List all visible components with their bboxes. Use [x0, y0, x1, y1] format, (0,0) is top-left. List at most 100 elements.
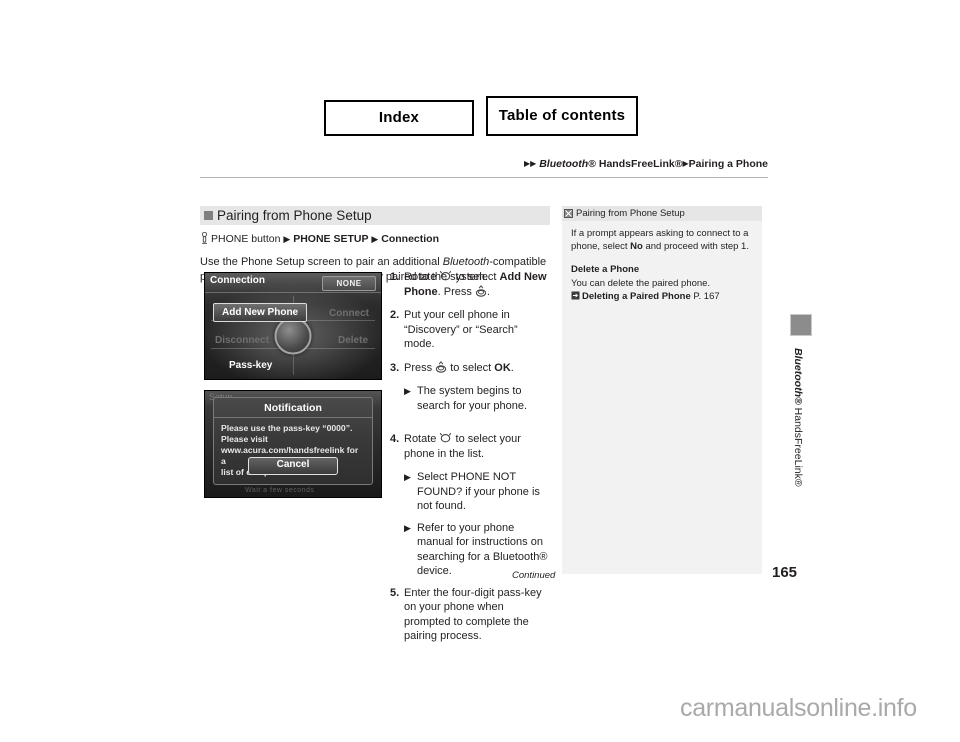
- notification-dialog-title: Notification: [214, 402, 372, 418]
- substep-arrow-icon: ▶: [404, 522, 411, 533]
- step-3-bold: OK: [494, 361, 511, 374]
- step-2-number: 2.: [390, 309, 400, 321]
- step-1-end: .: [486, 285, 490, 298]
- step-3: 3. Press to select OK.: [390, 360, 550, 376]
- step-3-pre: Press: [404, 361, 436, 374]
- side-note-subheading: Delete a Phone: [571, 264, 640, 275]
- step-2: 2. Put your cell phone in “Discovery” or…: [390, 308, 550, 352]
- step-5-text: Enter the four-digit pass-key on your ph…: [404, 586, 542, 643]
- breadcrumb-current-page: Pairing a Phone: [688, 158, 768, 170]
- step-3-number: 3.: [390, 361, 400, 374]
- notification-cancel-button[interactable]: Cancel: [248, 457, 338, 475]
- substep-arrow-icon: ▶: [404, 472, 411, 482]
- page-reference-icon: [571, 291, 580, 300]
- notification-screen-image: Setup Wait a few seconds Notification Pl…: [204, 390, 382, 498]
- side-note-reference-page: P. 167: [690, 291, 720, 302]
- side-note-body: If a prompt appears asking to connect to…: [562, 221, 762, 304]
- pass-key-option[interactable]: Pass-key: [229, 360, 272, 371]
- steps-list: 1. Rotate to select Add New Phone. Press…: [390, 270, 550, 653]
- edge-handsfreelink: HandsFreeLink: [792, 404, 804, 479]
- side-note-header: Pairing from Phone Setup: [562, 206, 762, 221]
- rotate-knob-icon: [440, 432, 452, 443]
- navigation-path: PHONE button ▶ PHONE SETUP ▶ Connection: [200, 232, 550, 246]
- notification-dialog: Notification Please use the pass-key “00…: [213, 397, 373, 485]
- side-note-reference-label: Deleting a Paired Phone: [582, 291, 691, 302]
- device-screenshots: Connection NONE Add New Phone Connect Di…: [204, 272, 382, 498]
- side-note-text-b: and proceed with step 1.: [642, 240, 749, 252]
- table-of-contents-button[interactable]: Table of contents: [486, 96, 638, 136]
- substep-2-bluetooth: Bluetooth: [492, 550, 540, 563]
- press-knob-icon: [475, 284, 487, 297]
- breadcrumb-bluetooth: Bluetooth: [539, 158, 589, 170]
- steps-spacer: [390, 420, 550, 432]
- section-marker-icon: [204, 211, 213, 220]
- intro-bluetooth: Bluetooth: [442, 256, 490, 268]
- page-number: 165: [772, 564, 798, 581]
- step-4-substep-1: ▶ Select PHONE NOT FOUND? if your phone …: [404, 470, 550, 514]
- nav-arrow-1-icon: ▶: [283, 234, 291, 244]
- intro-text-a: Use the Phone Setup screen to pair an ad…: [200, 256, 443, 268]
- rotate-knob-icon: [440, 270, 452, 281]
- side-note-reference[interactable]: Deleting a Paired Phone P. 167: [571, 291, 753, 304]
- side-note-paragraph: If a prompt appears asking to connect to…: [571, 228, 753, 253]
- step-5-number: 5.: [390, 586, 400, 599]
- footer-band: [562, 562, 762, 574]
- side-note-bold-no: No: [630, 240, 643, 252]
- step-4-number: 4.: [390, 433, 400, 445]
- notification-line-2: Please visit: [221, 434, 268, 444]
- connect-option[interactable]: Connect: [329, 308, 369, 319]
- notification-background-footer: Wait a few seconds: [245, 487, 315, 494]
- step-2-text: Put your cell phone in “Discovery” or “S…: [404, 309, 518, 350]
- step-4-substep-1-text: Select PHONE NOT FOUND? if your phone is…: [417, 470, 550, 514]
- edge-bluetooth: Bluetooth: [792, 348, 804, 397]
- header-divider: [200, 177, 768, 178]
- phone-button-icon: [201, 232, 208, 244]
- substep-arrow-icon: ▶: [404, 386, 411, 396]
- press-knob-icon: [436, 360, 447, 373]
- step-1-text: Rotate to select Add New Phone. Press .: [404, 270, 550, 299]
- breadcrumb-arrow-2-icon: ▶: [530, 159, 537, 168]
- note-info-icon: [564, 209, 573, 218]
- section-header: Pairing from Phone Setup: [200, 206, 550, 225]
- step-3-substep-1-text: The system begins to search for your pho…: [417, 385, 528, 412]
- side-note-subtext: You can delete the paired phone.: [571, 277, 711, 289]
- step-3-substep-1: ▶ The system begins to search for your p…: [404, 384, 550, 413]
- top-navigation-buttons: Index Table of contents: [324, 96, 638, 136]
- step-3-mid: to select: [447, 361, 495, 374]
- substep-1-pre: Select: [417, 471, 451, 483]
- connection-screen-body: Add New Phone Connect Disconnect Delete …: [205, 280, 381, 379]
- site-watermark: carmanualsonline.info: [680, 694, 917, 722]
- side-note-title: Pairing from Phone Setup: [576, 208, 685, 219]
- edge-reg-1: ®: [792, 397, 804, 405]
- step-3-post: .: [510, 361, 514, 374]
- side-note-panel: Pairing from Phone Setup If a prompt app…: [562, 206, 762, 566]
- add-new-phone-option[interactable]: Add New Phone: [213, 303, 308, 322]
- chapter-edge-marker: [790, 314, 812, 336]
- step-1-mid: to select: [452, 271, 500, 283]
- step-1: 1. Rotate to select Add New Phone. Press…: [390, 270, 550, 299]
- breadcrumb-handsfreelink: HandsFreeLink: [595, 158, 675, 170]
- interface-dial-icon: [274, 317, 312, 354]
- nav-phone-setup-label: PHONE SETUP: [293, 233, 369, 245]
- breadcrumb-reg-1: ®: [588, 158, 596, 170]
- edge-reg-2: ®: [792, 478, 804, 487]
- section-title: Pairing from Phone Setup: [217, 208, 372, 223]
- breadcrumb: ▶▶ Bluetooth® HandsFreeLink®▶Pairing a P…: [524, 158, 768, 170]
- step-1-number: 1.: [390, 271, 400, 283]
- step-4-text: Rotate to select your phone in the list.: [404, 432, 550, 461]
- delete-option[interactable]: Delete: [338, 335, 368, 346]
- chapter-edge-label: Bluetooth® HandsFreeLink®: [792, 348, 804, 498]
- step-4-pre: Rotate: [404, 433, 440, 445]
- step-5: 5. Enter the four-digit pass-key on your…: [390, 586, 550, 644]
- step-1-pre: Rotate: [404, 271, 440, 283]
- nav-connection-label: Connection: [381, 233, 439, 245]
- connection-screen-image: Connection NONE Add New Phone Connect Di…: [204, 272, 382, 380]
- nav-phone-button-label: PHONE button: [211, 233, 281, 245]
- nav-arrow-2-icon: ▶: [371, 234, 379, 244]
- step-1-post: . Press: [437, 285, 475, 298]
- index-button[interactable]: Index: [324, 100, 474, 136]
- continued-label: Continued: [512, 570, 556, 581]
- step-3-text: Press to select OK.: [404, 360, 550, 376]
- notification-line-1: Please use the pass-key “0000”.: [221, 423, 353, 433]
- disconnect-option[interactable]: Disconnect: [215, 335, 269, 346]
